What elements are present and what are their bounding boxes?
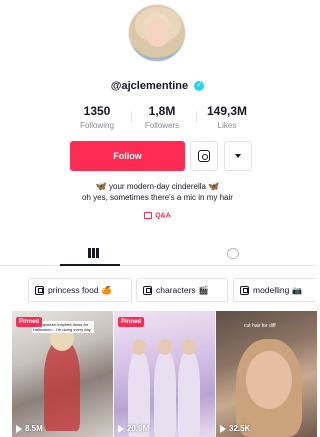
- pinned-badge: Pinned: [118, 317, 145, 327]
- butterfly-icon: 🦋: [208, 181, 220, 191]
- avatar-face: [146, 19, 170, 47]
- profile-avatar[interactable]: [128, 4, 186, 62]
- instagram-button[interactable]: [190, 141, 218, 171]
- more-options-button[interactable]: [224, 141, 252, 171]
- verified-badge-icon: ✓: [194, 81, 205, 92]
- username-row: @ajclementine ✓: [0, 80, 315, 92]
- username: @ajclementine: [110, 80, 189, 92]
- qa-icon: [144, 212, 153, 219]
- follow-button[interactable]: Follow: [70, 141, 185, 171]
- heart-lock-icon: [226, 247, 239, 259]
- followers-stat[interactable]: 1,8M Followers: [127, 104, 197, 130]
- view-count: 32.5K: [220, 424, 250, 433]
- instagram-icon: [198, 150, 210, 162]
- stat-divider: [131, 111, 132, 123]
- pinned-badge: Pinned: [16, 317, 43, 327]
- qa-link[interactable]: Q&A: [0, 212, 315, 219]
- thumbnail-figure: [246, 351, 292, 409]
- playlist-emoji: 🎬: [198, 285, 209, 295]
- butterfly-icon: 🦋: [95, 181, 107, 191]
- playlist-emoji: 📷: [292, 285, 303, 295]
- video-thumbnail[interactable]: my Rapunzel inspired dress for Halloween…: [12, 311, 113, 437]
- play-icon: [118, 424, 124, 433]
- video-thumbnail[interactable]: cut hair for diff 32.5K: [216, 311, 317, 437]
- likes-count: 149,3M: [206, 104, 248, 118]
- playlist-icon: [240, 285, 249, 295]
- profile-stats: 1350 Following 1,8M Followers 149,3M Lik…: [0, 104, 315, 132]
- thumbnail-figure: [158, 339, 172, 355]
- tab-liked[interactable]: [155, 240, 310, 266]
- play-icon: [16, 424, 22, 433]
- bio: 🦋 your modern-day cinderella 🦋 oh yes, s…: [0, 181, 315, 203]
- view-count-text: 20.9M: [127, 424, 150, 433]
- grid-icon: [88, 248, 99, 258]
- playlist-chip[interactable]: characters 🎬: [136, 278, 228, 302]
- followers-count: 1,8M: [148, 104, 176, 118]
- followers-label: Followers: [144, 121, 180, 130]
- playlist-emoji: 🍊: [101, 285, 112, 295]
- view-count: 20.9M: [118, 424, 149, 433]
- thumbnail-figure: [132, 339, 146, 355]
- video-caption: cut hair for diff: [244, 323, 276, 329]
- playlists-row: princess food 🍊 characters 🎬 modelling 📷: [0, 278, 315, 302]
- view-count: 8.5M: [16, 424, 43, 433]
- bio-line-1-text: your modern-day cinderella: [109, 182, 206, 191]
- thumbnail-figure: [178, 351, 200, 437]
- caret-down-icon: [235, 154, 241, 158]
- playlist-label: princess food: [48, 285, 99, 295]
- bio-line-1: 🦋 your modern-day cinderella 🦋: [0, 181, 315, 192]
- tabs-divider: [0, 265, 315, 266]
- following-label: Following: [80, 121, 114, 130]
- stat-divider: [196, 111, 197, 123]
- thumbnail-figure: [154, 351, 176, 437]
- playlist-icon: [35, 285, 44, 295]
- following-count: 1350: [83, 104, 111, 118]
- playlist-label: characters: [156, 285, 196, 295]
- view-count-text: 8.5M: [25, 424, 43, 433]
- following-stat[interactable]: 1350 Following: [62, 104, 132, 130]
- active-tab-indicator: [60, 264, 120, 266]
- bio-line-2: oh yes, sometimes there's a mic in my ha…: [82, 193, 233, 202]
- likes-label: Likes: [217, 121, 237, 130]
- playlist-chip[interactable]: modelling 📷: [233, 278, 315, 302]
- video-thumbnail[interactable]: Pinned 20.9M: [114, 311, 215, 437]
- playlist-label: modelling: [253, 285, 290, 295]
- thumbnail-figure: [44, 341, 80, 431]
- play-icon: [220, 424, 226, 433]
- tab-videos[interactable]: [16, 240, 171, 266]
- likes-stat: 149,3M Likes: [192, 104, 262, 130]
- qa-label: Q&A: [155, 212, 171, 220]
- playlist-chip[interactable]: princess food 🍊: [28, 278, 132, 302]
- view-count-text: 32.5K: [229, 424, 251, 433]
- playlist-icon: [143, 285, 152, 295]
- thumbnail-figure: [182, 339, 196, 355]
